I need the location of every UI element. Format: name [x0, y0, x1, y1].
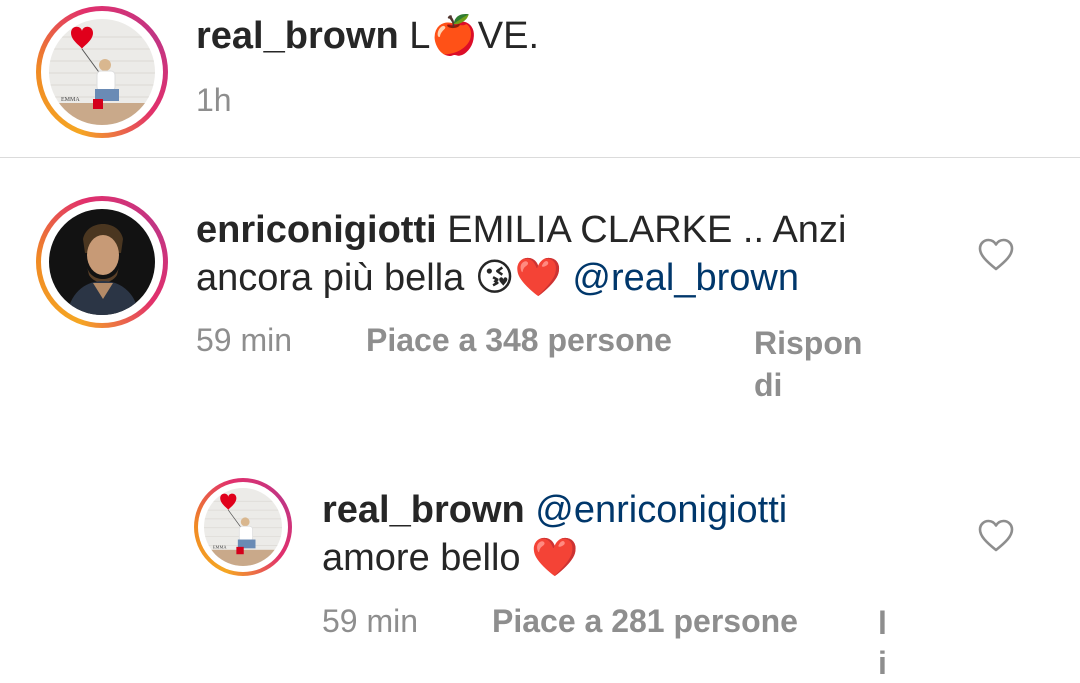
comment-text: enriconigiotti EMILIA CLARKE .. Anzi anc…: [196, 209, 847, 299]
heart-outline-icon: [978, 519, 1014, 552]
heart-outline-icon: [978, 238, 1014, 271]
heart-emoji: ❤️: [531, 537, 579, 579]
likes-count-button[interactable]: Piace a 348 persone: [366, 322, 672, 358]
mention-link[interactable]: @real_brown: [572, 257, 799, 299]
svg-text:EMMA: EMMA: [61, 97, 80, 103]
caption-text: real_brown L🍎VE.: [196, 14, 539, 58]
divider: [0, 157, 1080, 158]
reply-time: 59 min: [322, 603, 419, 639]
comment-avatar: [49, 209, 155, 315]
reply-button[interactable]: Rispon di: [754, 322, 862, 406]
comment-body: EMILIA CLARKE .. Anzi: [447, 209, 847, 251]
reply-username[interactable]: real_brown: [322, 489, 525, 531]
caption-avatar-ring[interactable]: EMMA: [36, 6, 168, 138]
comment-avatar-ring[interactable]: [36, 196, 168, 328]
emoji: 😘❤️: [474, 257, 562, 299]
caption-body: L🍎VE.: [409, 15, 540, 57]
reply-text: real_brown @enriconigiotti amore bello ❤…: [322, 489, 788, 579]
comment-username[interactable]: enriconigiotti: [196, 209, 437, 251]
likes-count-button[interactable]: Piace a 281 persone: [492, 603, 798, 639]
reply-avatar-ring[interactable]: EMMA: [194, 478, 292, 576]
mention-link[interactable]: @enriconigiotti: [535, 489, 787, 531]
reply-avatar: EMMA: [204, 488, 282, 566]
comment-time: 59 min: [196, 322, 293, 358]
caption-username[interactable]: real_brown: [196, 15, 399, 57]
like-button[interactable]: [978, 238, 1014, 272]
caption-time: 1h: [196, 82, 232, 118]
reply-button[interactable]: l i: [878, 603, 887, 683]
svg-text:EMMA: EMMA: [213, 544, 228, 549]
like-button[interactable]: [978, 519, 1014, 553]
caption-avatar: EMMA: [49, 19, 155, 125]
apple-emoji: 🍎: [430, 15, 478, 57]
